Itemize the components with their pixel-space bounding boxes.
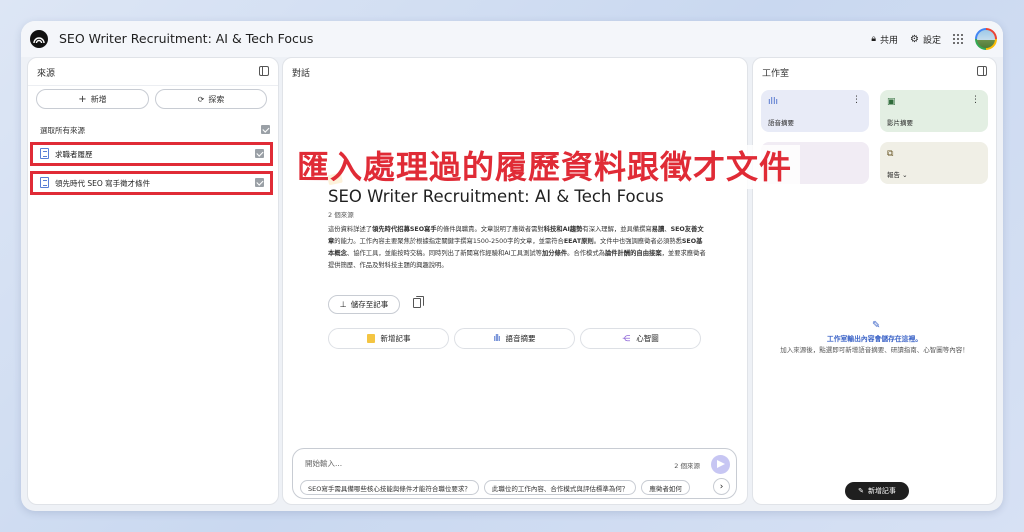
source-item-label: 求職者履歷 [55,150,93,159]
chevron-right-icon[interactable]: › [713,478,730,495]
more-vert-icon[interactable]: ⋮ [852,95,861,105]
suggestion-chip[interactable]: 此職位的工作內容、合作模式與評估標準為何？ [483,480,637,495]
suggestion-chips: SEO寫手需具備哪些核心技能與條件才能符合職位要求？ 此職位的工作內容、合作模式… [300,480,710,495]
studio-panel: 工作室 ıllı ⋮ 語音摘要 ▣ ⋮ 影片摘要 ⧉ 報告 ⌄ ✎ 工作室輸出內… [752,57,997,505]
source-checkbox[interactable] [255,178,264,187]
audio-overview-action-label: 語音摘要 [505,334,536,343]
sources-panel: 來源 + 新增 ⟳ 探索 選取所有來源 求職者履歷 領先時代 SEO 寫手徵才條… [27,57,279,505]
account-avatar[interactable] [975,28,997,50]
suggestion-chip[interactable]: SEO寫手需具備哪些核心技能與條件才能符合職位要求？ [300,480,479,495]
note-icon [366,334,375,343]
mind-map-action-label: 心智圖 [636,334,659,343]
pin-icon: ⊥ [339,300,347,309]
chat-input[interactable]: 開始輸入... [305,458,342,469]
magic-wand-icon: ✎ [872,320,881,331]
avatar-image [977,30,995,48]
plus-icon: + [78,93,87,105]
gear-icon: ⚙ [910,33,919,45]
explore-sources-button[interactable]: ⟳ 探索 [155,89,267,109]
share-button[interactable]: 🔒︎ 共用 [871,33,898,46]
video-overview-label: 影片摘要 [887,119,913,127]
notebook-title[interactable]: SEO Writer Recruitment: AI & Tech Focus [59,31,313,46]
pencil-icon: ✎ [858,487,864,495]
chat-header: 對話 [283,58,747,86]
chat-panel: 對話 SEO Writer Recruitment: AI & Tech Foc… [282,57,748,505]
studio-title: 工作室 [762,69,790,79]
share-label: 共用 [880,35,899,46]
video-icon: ▣ [887,97,896,107]
notebooklm-logo-icon[interactable] [30,30,48,48]
audio-wave-icon: ıllı [493,333,500,344]
more-vert-icon[interactable]: ⋮ [971,95,980,105]
audio-wave-icon: ıllı [768,97,779,107]
sources-title: 來源 [37,69,56,79]
apps-grid-icon[interactable] [953,34,963,44]
report-tile[interactable]: ⧉ 報告 ⌄ [880,142,988,184]
audio-overview-label: 語音摘要 [768,119,794,127]
copy-icon[interactable] [413,296,424,308]
source-count: 2 個來源 [328,211,354,219]
audio-overview-action-button[interactable]: ıllı 語音摘要 [454,328,575,349]
title-bar: SEO Writer Recruitment: AI & Tech Focus … [21,21,1003,57]
lock-icon: 🔒︎ [871,34,876,44]
collapse-panel-icon[interactable] [259,66,269,76]
sources-header: 來源 [28,58,278,86]
send-button[interactable] [711,455,730,474]
video-overview-tile[interactable]: ▣ ⋮ 影片摘要 [880,90,988,132]
suggested-actions: 新增記事 ıllı 語音摘要 ⋲ 心智圖 [328,328,701,349]
report-icon: ⧉ [887,149,894,159]
save-to-note-label: 儲存至記事 [350,300,389,309]
chat-title: 對話 [292,69,311,79]
settings-label: 設定 [922,35,941,46]
studio-header: 工作室 [753,58,996,86]
add-note-action-button[interactable]: 新增記事 [328,328,449,349]
add-note-action-label: 新增記事 [380,334,411,343]
mindmap-icon: ⋲ [622,334,631,343]
explore-label: 探索 [208,94,225,104]
settings-button[interactable]: ⚙ 設定 [910,33,941,46]
add-note-button[interactable]: ✎ 新增記事 [845,482,909,500]
select-all-checkbox[interactable] [261,125,270,134]
top-actions: 🔒︎ 共用 ⚙ 設定 [871,28,997,50]
save-to-note-button[interactable]: ⊥ 儲存至記事 [328,295,400,314]
collapse-panel-icon[interactable] [977,66,987,76]
audio-overview-tile[interactable]: ıllı ⋮ 語音摘要 [761,90,869,132]
add-source-button[interactable]: + 新增 [36,89,149,109]
add-note-label: 新增記事 [867,487,896,495]
document-icon [40,148,49,159]
studio-empty-description: 加入來源後，點選即可新增語音摘要、研讀指南、心智圖等內容！ [780,346,969,354]
source-checkbox[interactable] [255,149,264,158]
add-source-label: 新增 [90,94,107,104]
mind-map-action-button[interactable]: ⋲ 心智圖 [580,328,701,349]
overlay-caption: 匯入處理過的履歷資料跟徵才文件 [289,145,801,189]
app-window: SEO Writer Recruitment: AI & Tech Focus … [21,21,1003,511]
document-icon [40,177,49,188]
composer-source-count: 2 個來源 [674,462,700,470]
studio-empty-title: 工作室輸出內容會儲存在這裡。 [826,335,923,343]
explore-icon: ⟳ [197,94,205,104]
select-all-label: 選取所有來源 [40,126,85,135]
notebook-summary: 這份資料詳述了領先時代招募SEO寫手的條件與職責。文章說明了應徵者需對科技和AI… [328,226,706,269]
notebook-heading: SEO Writer Recruitment: AI & Tech Focus [328,187,664,206]
suggestion-chip[interactable]: 應徵者如何 [641,480,690,495]
source-item[interactable]: 領先時代 SEO 寫手徵才條件 [30,171,273,195]
report-label: 報告 ⌄ [887,171,908,179]
source-item-label: 領先時代 SEO 寫手徵才條件 [55,179,151,188]
chat-composer[interactable]: 開始輸入... 2 個來源 SEO寫手需具備哪些核心技能與條件才能符合職位要求？… [292,448,737,499]
source-item[interactable]: 求職者履歷 [30,142,273,166]
